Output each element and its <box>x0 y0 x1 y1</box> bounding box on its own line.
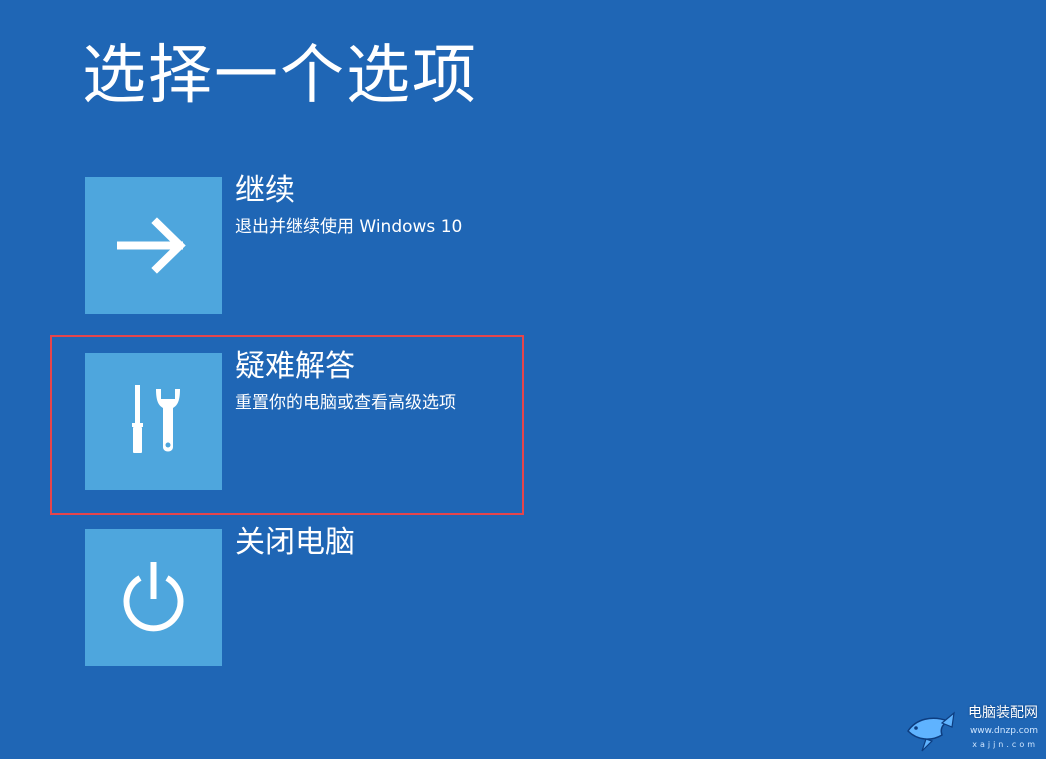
shutdown-option[interactable]: 关闭电脑 <box>85 525 685 666</box>
shutdown-label: 关闭电脑 <box>235 525 355 560</box>
troubleshoot-description: 重置你的电脑或查看高级选项 <box>235 393 456 413</box>
continue-label: 继续 <box>235 173 295 208</box>
troubleshoot-label: 疑难解答 <box>235 349 355 384</box>
troubleshoot-tile[interactable] <box>85 353 222 490</box>
tools-icon <box>132 385 180 453</box>
troubleshoot-option[interactable]: 疑难解答 重置你的电脑或查看高级选项 <box>85 349 685 490</box>
watermark: 电脑装配网 www.dnzp.com xajjn.com <box>902 697 1042 757</box>
shutdown-tile[interactable] <box>85 529 222 666</box>
fish-logo-icon <box>907 711 955 752</box>
page-title: 选择一个选项 <box>82 39 478 113</box>
watermark-text: 电脑装配网 <box>968 705 1038 721</box>
continue-option[interactable]: 继续 退出并继续使用 Windows 10 <box>85 173 685 314</box>
watermark-url: www.dnzp.com <box>969 726 1038 736</box>
power-icon <box>123 562 184 632</box>
arrow-right-icon <box>117 217 186 274</box>
continue-description: 退出并继续使用 Windows 10 <box>235 217 463 237</box>
continue-tile[interactable] <box>85 177 222 314</box>
watermark-url-secondary: xajjn.com <box>972 740 1038 749</box>
